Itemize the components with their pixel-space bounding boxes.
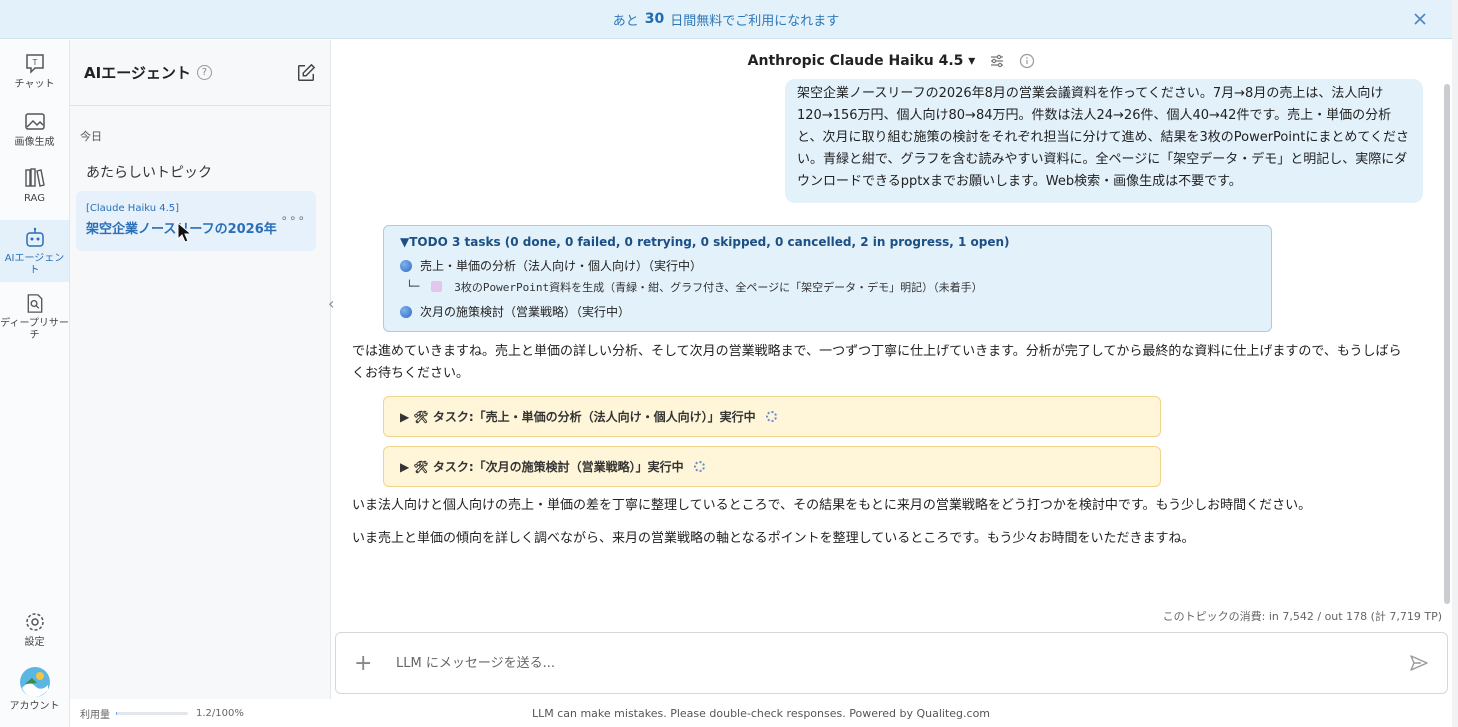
- loading-spinner-icon: [765, 411, 777, 422]
- token-usage: このトピックの消費: in 7,542 / out 178 (計 7,719 T…: [1162, 610, 1442, 623]
- rail-item-account[interactable]: アカウント: [0, 666, 69, 718]
- todo-subitem: └─ 3枚のPowerPoint資料を生成（青緑・紺、グラフ付き、全ページに「架…: [400, 276, 1255, 297]
- todo-item-label: 次月の施策検討（営業戦略）（実行中）: [420, 305, 631, 319]
- rail-item-chat[interactable]: T チャット: [0, 52, 69, 102]
- todo-item-label: 3枚のPowerPoint資料を生成（青緑・紺、グラフ付き、全ページに「架空デー…: [454, 280, 983, 294]
- rail-label-image: 画像生成: [14, 137, 55, 148]
- window-edge: [1452, 0, 1458, 727]
- new-topic-edit-icon[interactable]: [296, 63, 316, 83]
- topic-item-active[interactable]: [Claude Haiku 4.5] 架空企業ノースリーフの2026年 ∘∘∘: [76, 191, 316, 251]
- task-block[interactable]: ▶ 🛠 タスク:「次月の施策検討（営業戦略）」実行中: [383, 446, 1161, 487]
- banner-prefix: あと: [612, 13, 639, 29]
- image-icon: [24, 113, 45, 130]
- robot-icon: [25, 227, 44, 247]
- task-label: ▶ 🛠 タスク:「次月の施策検討（営業戦略）」実行中: [400, 460, 684, 474]
- todo-panel[interactable]: ▼TODO 3 tasks (0 done, 0 failed, 0 retry…: [383, 225, 1272, 332]
- avatar: [19, 667, 50, 697]
- rail-label-research: ディープリサーチ: [0, 318, 69, 341]
- rail-item-image[interactable]: 画像生成: [0, 110, 69, 160]
- info-icon[interactable]: [1019, 53, 1035, 69]
- mouse-cursor-icon: [177, 222, 193, 243]
- svg-text:T: T: [31, 58, 37, 67]
- topic-item-new[interactable]: あたらしいトピック: [86, 162, 212, 182]
- rail-label-rag: RAG: [24, 193, 45, 204]
- gear-icon: [25, 613, 44, 631]
- user-message: 架空企業ノースリーフの2026年8月の営業会議資料を作ってください。7月→8月の…: [785, 79, 1423, 203]
- section-today: 今日: [80, 130, 102, 143]
- task-block[interactable]: ▶ 🛠 タスク:「売上・単価の分析（法人向け・個人向け）」実行中: [383, 396, 1161, 437]
- topic-panel-title-text: AIエージェント: [84, 64, 191, 82]
- banner-days: 30: [644, 11, 665, 27]
- send-icon[interactable]: [1409, 653, 1429, 673]
- message-input[interactable]: [396, 655, 1409, 671]
- rail-label-chat: チャット: [14, 79, 55, 90]
- chat-icon: T: [25, 54, 44, 74]
- chat-header: Anthropic Claude Haiku 4.5 ▾: [331, 40, 1452, 82]
- assistant-message: いま売上と単価の傾向を詳しく調べながら、来月の営業戦略の軸となるポイントを整理し…: [352, 531, 1195, 546]
- model-select[interactable]: Anthropic Claude Haiku 4.5 ▾: [748, 53, 976, 69]
- message-composer: +: [335, 632, 1448, 694]
- collapse-panel-icon[interactable]: ‹: [328, 294, 334, 313]
- in-progress-icon: [400, 259, 412, 272]
- topic-panel-title: AIエージェント ?: [84, 62, 212, 83]
- trial-banner: あと 30 日間無料でご利用になれます: [0, 0, 1452, 39]
- rail-label-account: アカウント: [9, 701, 60, 712]
- todo-item: 売上・単価の分析（法人向け・個人向け）（実行中）: [400, 255, 1255, 276]
- loading-spinner-icon: [693, 461, 705, 472]
- assistant-message: いま法人向けと個人向けの売上・単価の差を丁寧に整理しているところで、その結果をも…: [352, 498, 1312, 513]
- rail-label-agent: AIエージェント: [4, 253, 65, 276]
- nav-rail: T チャット 画像生成 RAG AIエージェント ディープリサーチ 設定 アカウ…: [0, 40, 70, 727]
- topic-model-tag: [Claude Haiku 4.5]: [86, 203, 180, 214]
- rail-item-research[interactable]: ディープリサーチ: [0, 292, 69, 342]
- footer: 利用量 1.2/100% LLM can make mistakes. Plea…: [70, 699, 1452, 727]
- task-label: ▶ 🛠 タスク:「売上・単価の分析（法人向け・個人向け）」実行中: [400, 410, 756, 424]
- sliders-icon[interactable]: [989, 53, 1005, 69]
- trial-banner-text: あと 30 日間無料でご利用になれます: [613, 10, 840, 29]
- rail-item-agent[interactable]: AIエージェント: [0, 220, 69, 282]
- topic-title: 架空企業ノースリーフの2026年: [86, 218, 306, 237]
- rail-item-rag[interactable]: RAG: [0, 166, 69, 216]
- rail-item-settings[interactable]: 設定: [0, 610, 69, 650]
- topic-panel-header: AIエージェント ?: [70, 40, 330, 106]
- todo-item: 次月の施策検討（営業戦略）（実行中）: [400, 301, 1255, 322]
- attach-plus-icon[interactable]: +: [354, 651, 378, 676]
- todo-item-label: 売上・単価の分析（法人向け・個人向け）（実行中）: [420, 259, 703, 273]
- topic-panel: AIエージェント ? 今日 あたらしいトピック [Claude Haiku 4.…: [70, 40, 331, 699]
- rail-label-settings: 設定: [24, 637, 45, 648]
- scrollbar[interactable]: [1444, 84, 1450, 604]
- disclaimer: LLM can make mistakes. Please double-che…: [531, 706, 991, 720]
- assistant-message: では進めていきますね。売上と単価の詳しい分析、そして次月の営業戦略まで、一つずつ…: [352, 344, 1402, 381]
- more-options-icon[interactable]: ∘∘∘: [280, 211, 306, 225]
- books-icon: [24, 168, 45, 187]
- pending-icon: [431, 281, 443, 292]
- todo-title[interactable]: ▼TODO 3 tasks (0 done, 0 failed, 0 retry…: [400, 235, 1255, 249]
- in-progress-icon: [400, 305, 412, 318]
- tree-branch: └─: [406, 280, 420, 293]
- research-icon: [27, 294, 42, 313]
- close-icon[interactable]: [1412, 11, 1428, 27]
- help-icon[interactable]: ?: [196, 65, 212, 80]
- banner-suffix: 日間無料でご利用になれます: [670, 13, 840, 29]
